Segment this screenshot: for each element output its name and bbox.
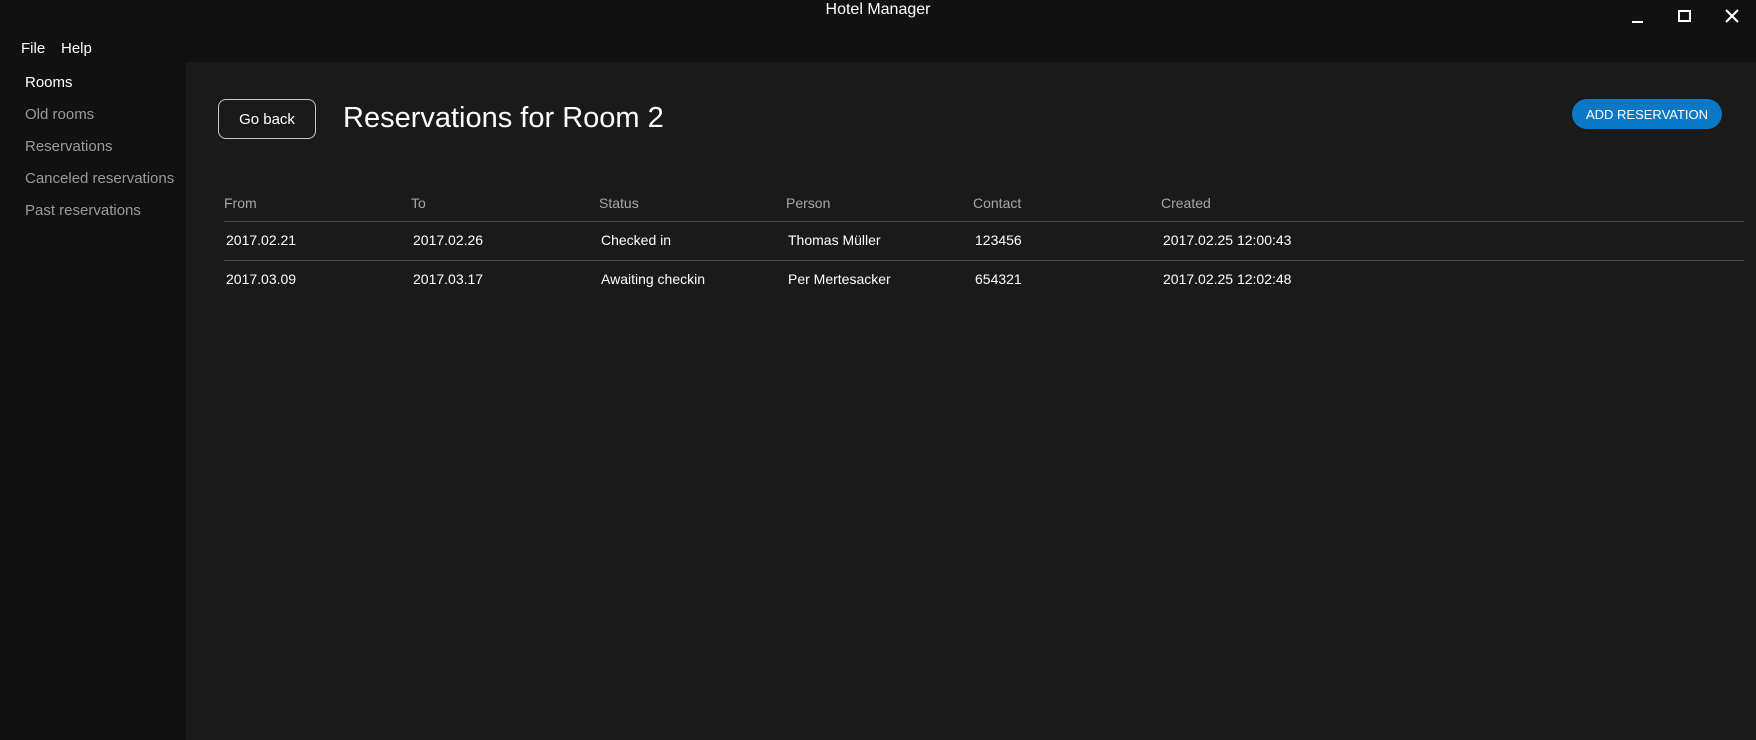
table-row[interactable]: 2017.02.21 2017.02.26 Checked in Thomas … xyxy=(224,222,1744,261)
table-row[interactable]: 2017.03.09 2017.03.17 Awaiting checkin P… xyxy=(224,261,1744,299)
column-header-status[interactable]: Status xyxy=(599,195,639,211)
cell-contact: 123456 xyxy=(975,232,1022,248)
add-reservation-button[interactable]: ADD RESERVATION xyxy=(1572,99,1722,129)
sidebar-item-canceled-reservations[interactable]: Canceled reservations xyxy=(25,170,174,187)
minimize-icon xyxy=(1631,21,1643,23)
cell-created: 2017.02.25 12:00:43 xyxy=(1163,232,1292,248)
menu-bar: File Help xyxy=(0,36,1756,62)
sidebar-item-past-reservations[interactable]: Past reservations xyxy=(25,202,141,219)
column-header-person[interactable]: Person xyxy=(786,195,830,211)
cell-status: Checked in xyxy=(601,232,672,248)
main-content: Go back Reservations for Room 2 ADD RESE… xyxy=(186,62,1756,740)
cell-created: 2017.02.25 12:02:48 xyxy=(1163,271,1292,287)
maximize-icon xyxy=(1677,10,1691,22)
cell-to: 2017.02.26 xyxy=(413,232,484,248)
window-title: Hotel Manager xyxy=(825,1,931,18)
page-title: Reservations for Room 2 xyxy=(343,102,664,134)
go-back-button[interactable]: Go back xyxy=(218,99,316,139)
sidebar-item-old-rooms[interactable]: Old rooms xyxy=(25,106,94,123)
column-header-to[interactable]: To xyxy=(411,195,426,211)
cell-to: 2017.03.17 xyxy=(413,271,484,287)
menu-help[interactable]: Help xyxy=(61,40,92,57)
menu-file[interactable]: File xyxy=(21,40,45,57)
sidebar-item-reservations[interactable]: Reservations xyxy=(25,138,113,155)
cell-person: Thomas Müller xyxy=(788,232,881,248)
column-header-contact[interactable]: Contact xyxy=(973,195,1021,211)
close-button[interactable] xyxy=(1720,6,1744,26)
cell-contact: 654321 xyxy=(975,271,1022,287)
minimize-button[interactable] xyxy=(1625,6,1649,26)
reservations-table: From To Status Person Contact Created 20… xyxy=(224,190,1744,299)
sidebar: Rooms Old rooms Reservations Canceled re… xyxy=(0,62,186,740)
cell-status: Awaiting checkin xyxy=(601,271,706,287)
close-icon xyxy=(1725,9,1739,23)
cell-from: 2017.02.21 xyxy=(226,232,297,248)
table-header: From To Status Person Contact Created xyxy=(224,190,1744,222)
cell-person: Per Mertesacker xyxy=(788,271,891,287)
title-bar: Hotel Manager xyxy=(0,0,1756,36)
sidebar-item-rooms[interactable]: Rooms xyxy=(25,74,73,91)
maximize-button[interactable] xyxy=(1672,6,1696,26)
column-header-from[interactable]: From xyxy=(224,195,257,211)
cell-from: 2017.03.09 xyxy=(226,271,297,287)
column-header-created[interactable]: Created xyxy=(1161,195,1211,211)
